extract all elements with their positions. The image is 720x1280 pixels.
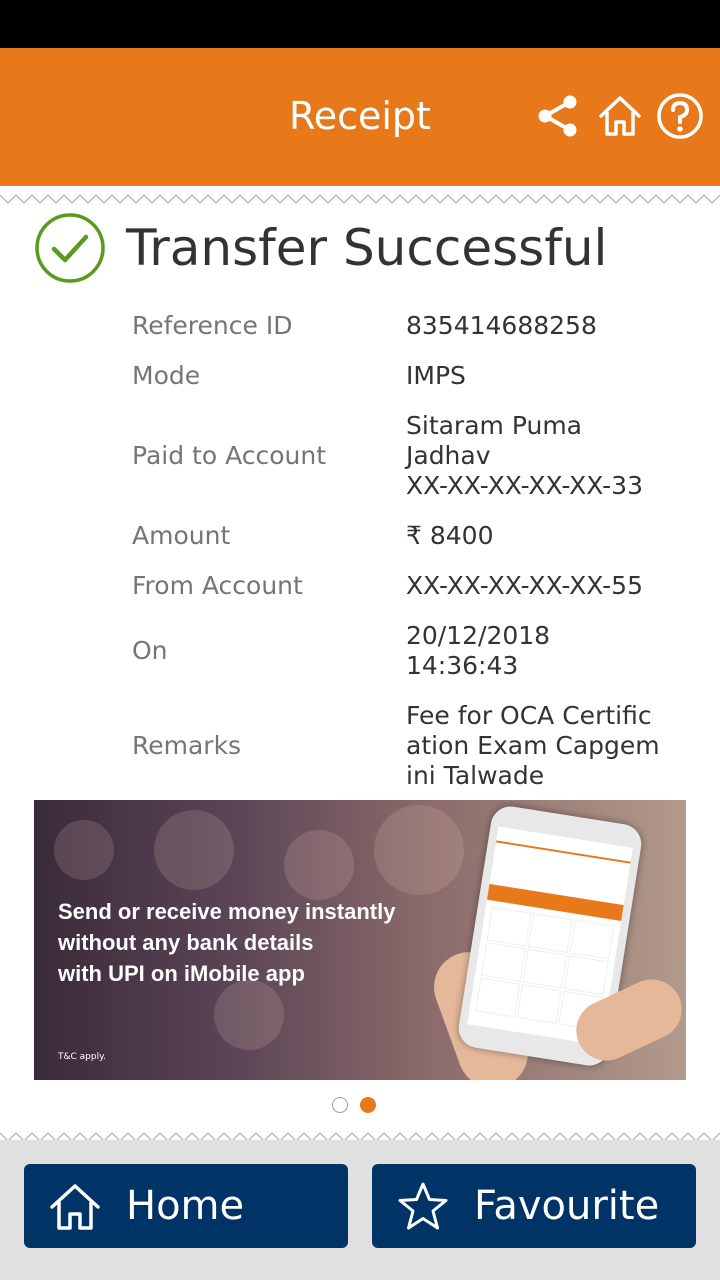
value-line: 14:36:43 (406, 651, 519, 680)
help-icon[interactable] (656, 92, 704, 140)
bokeh-light (154, 810, 234, 890)
value-line: 20/12/2018 (406, 621, 551, 650)
value-line: Jadhav (406, 441, 491, 470)
banner-line: without any bank details (58, 930, 314, 955)
carousel-indicator (332, 1097, 380, 1115)
status-bar (0, 0, 720, 48)
detail-label: On (132, 636, 168, 665)
carousel-dot[interactable] (332, 1097, 348, 1113)
share-icon[interactable] (534, 92, 582, 140)
bokeh-light (374, 805, 464, 895)
value-line: Sitaram Puma (406, 411, 582, 440)
phone-grid-cell (528, 913, 573, 953)
footer-bar: Home Favourite (0, 1140, 720, 1280)
phone-grid-cell (522, 948, 568, 989)
transfer-status-title: Transfer Successful (126, 219, 608, 277)
detail-value: XX-XX-XX-XX-XX-55 (406, 571, 643, 600)
carousel-dot-active[interactable] (360, 1097, 376, 1113)
detail-value: IMPS (406, 361, 466, 390)
bokeh-light (54, 820, 114, 880)
promo-banner[interactable]: Send or receive money instantly without … (34, 800, 686, 1080)
phone-grid-cell (516, 984, 562, 1025)
phone-grid-cell (475, 977, 521, 1018)
check-circle-icon (35, 213, 105, 283)
star-icon (398, 1182, 448, 1230)
banner-line: Send or receive money instantly (58, 899, 396, 924)
home-button[interactable]: Home (24, 1164, 348, 1248)
success-status: Transfer Successful (34, 212, 694, 284)
detail-label: Mode (132, 361, 201, 390)
detail-label: Remarks (132, 731, 242, 760)
detail-label: From Account (132, 571, 303, 600)
home-icon[interactable] (596, 92, 644, 140)
phone-grid-cell (563, 955, 609, 996)
detail-value: 835414688258 (406, 311, 597, 340)
home-button-label: Home (126, 1183, 245, 1229)
detail-label: Paid to Account (132, 441, 327, 470)
app-header: Receipt (0, 48, 720, 186)
terms-note: T&C apply. (58, 1052, 107, 1062)
phone-app-bar (495, 826, 633, 864)
favourite-button-label: Favourite (474, 1183, 660, 1229)
banner-line: with UPI on iMobile app (58, 961, 305, 986)
value-line: XX-XX-XX-XX-XX-33 (406, 471, 643, 500)
home-icon (50, 1184, 100, 1230)
favourite-button[interactable]: Favourite (372, 1164, 696, 1248)
phone-grid-cell (486, 906, 532, 947)
zigzag-divider (0, 193, 720, 205)
phone-grid-cell (569, 919, 615, 960)
value-line: Fee for OCA Certific (406, 701, 652, 730)
phone-grid-cell (480, 942, 526, 982)
detail-label: Reference ID (132, 311, 293, 340)
detail-label: Amount (132, 521, 231, 550)
detail-value: Sitaram Puma Jadhav XX-XX-XX-XX-XX-33 (406, 411, 676, 501)
detail-value: Fee for OCA Certific ation Exam Capgem i… (406, 701, 676, 791)
detail-value: ₹ 8400 (406, 521, 494, 550)
bokeh-light (214, 980, 284, 1050)
banner-message: Send or receive money instantly without … (58, 896, 438, 989)
detail-value: 20/12/2018 14:36:43 (406, 621, 676, 681)
bokeh-light (284, 830, 354, 900)
value-line: ation Exam Capgem (406, 731, 660, 760)
value-line: ini Talwade (406, 761, 545, 790)
